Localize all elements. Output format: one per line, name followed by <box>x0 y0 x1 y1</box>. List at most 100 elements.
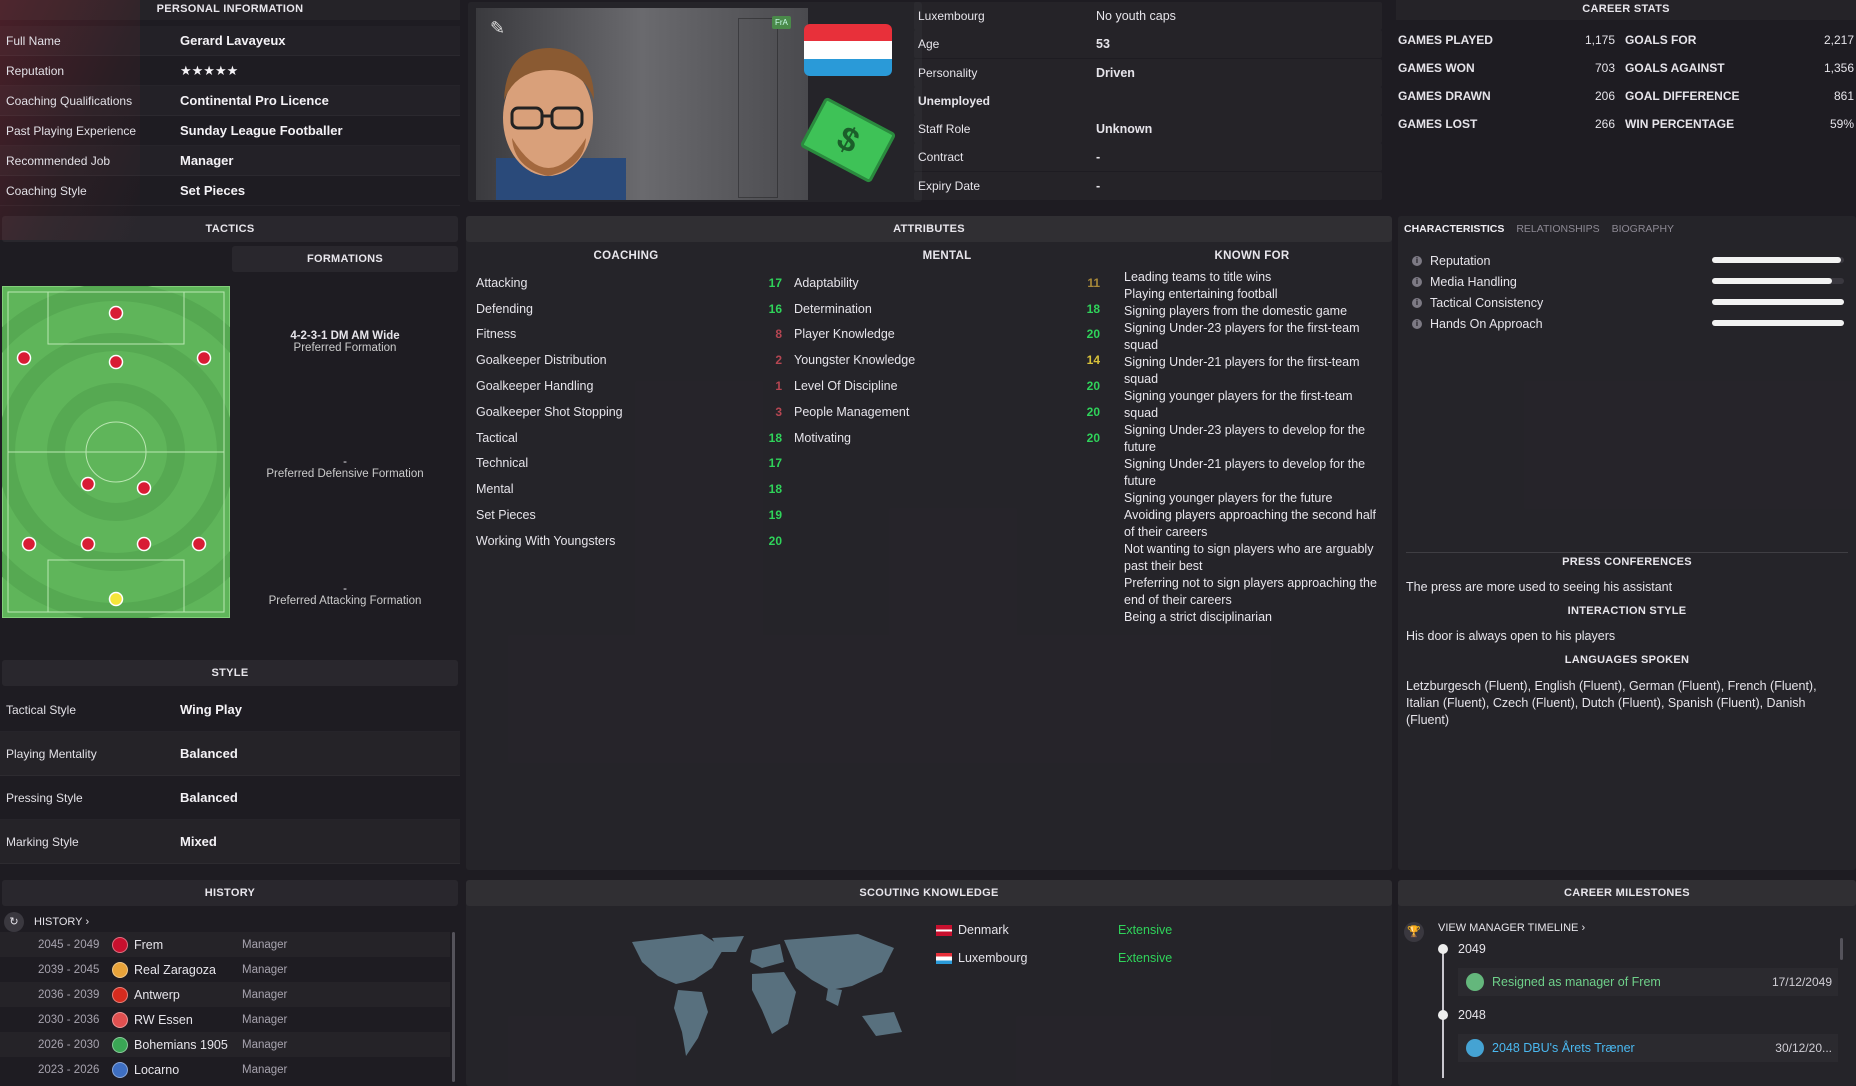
history-club[interactable]: Bohemians 1905 <box>112 1036 242 1053</box>
personal-row: Coaching Qualifications Continental Pro L… <box>0 86 460 116</box>
formations-header: FORMATIONS <box>232 246 458 272</box>
player-marker[interactable] <box>108 354 124 370</box>
history-row[interactable]: 2039 - 2045 Real Zaragoza Manager <box>0 957 450 982</box>
attribute-row[interactable]: Mental 18 <box>476 476 782 502</box>
history-years: 2026 - 2030 <box>38 1038 100 1051</box>
history-club[interactable]: RW Essen <box>112 1011 242 1028</box>
attribute-value: 11 <box>1087 275 1100 290</box>
scouting-row[interactable]: Denmark Extensive <box>936 916 1376 944</box>
attribute-name: People Management <box>794 404 910 419</box>
history-link-label[interactable]: HISTORY <box>34 916 83 928</box>
milestone-entry[interactable]: 2048 DBU's Årets Træner 30/12/20... <box>1458 1034 1838 1062</box>
pencil-icon[interactable]: ✎ <box>490 18 505 39</box>
personal-row-label: Past Playing Experience <box>6 123 137 138</box>
history-row[interactable]: 2036 - 2039 Antwerp Manager <box>0 982 450 1007</box>
attribute-row[interactable]: Adaptability 11 <box>794 270 1100 296</box>
history-row[interactable]: 2045 - 2049 Frem Manager <box>0 932 450 957</box>
player-marker[interactable] <box>108 305 124 321</box>
history-row[interactable]: 2030 - 2036 RW Essen Manager <box>0 1007 450 1032</box>
details-row-label: Expiry Date <box>918 178 981 193</box>
info-icon[interactable]: i <box>1412 276 1422 287</box>
attribute-row[interactable]: Attacking 17 <box>476 270 782 296</box>
history-row[interactable]: 2026 - 2030 Bohemians 1905 Manager <box>0 1032 450 1057</box>
player-marker[interactable] <box>16 350 32 366</box>
attribute-value: 20 <box>1086 404 1100 419</box>
milestone-text[interactable]: 2048 DBU's Årets Træner <box>1492 1041 1775 1055</box>
info-icon[interactable]: i <box>1412 255 1422 266</box>
attribute-row[interactable]: Youngster Knowledge 14 <box>794 347 1100 373</box>
manager-timeline-label[interactable]: VIEW MANAGER TIMELINE <box>1438 922 1578 934</box>
history-club-name[interactable]: RW Essen <box>134 1013 193 1027</box>
personal-row-value: Continental Pro Licence <box>180 93 329 108</box>
history-club[interactable]: Antwerp <box>112 986 242 1003</box>
personal-row-value: Manager <box>180 153 234 168</box>
attribute-row[interactable]: Working With Youngsters 20 <box>476 528 782 554</box>
tab-biography[interactable]: BIOGRAPHY <box>1612 223 1674 235</box>
scouting-row[interactable]: Luxembourg Extensive <box>936 944 1376 972</box>
history-club[interactable]: Frem <box>112 936 242 953</box>
player-marker[interactable] <box>21 536 37 552</box>
attribute-row[interactable]: Fitness 8 <box>476 322 782 348</box>
info-icon[interactable]: i <box>1412 297 1422 308</box>
attribute-row[interactable]: Defending 16 <box>476 296 782 322</box>
attribute-row[interactable]: Goalkeeper Shot Stopping 3 <box>476 399 782 425</box>
characteristics-panel: CHARACTERISTICS RELATIONSHIPS BIOGRAPHY iR… <box>1398 216 1856 870</box>
history-club-name[interactable]: Antwerp <box>134 988 180 1002</box>
money-icon: $ <box>799 96 897 184</box>
history-club-name[interactable]: Real Zaragoza <box>134 963 216 977</box>
characteristic-label: Reputation <box>1430 253 1491 268</box>
manager-timeline-link[interactable]: VIEW MANAGER TIMELINE › <box>1438 922 1585 934</box>
goalkeeper-marker[interactable] <box>108 591 124 607</box>
tab-relationships[interactable]: RELATIONSHIPS <box>1516 223 1599 235</box>
milestone-icon <box>1466 973 1484 991</box>
player-marker[interactable] <box>80 476 96 492</box>
player-marker[interactable] <box>196 350 212 366</box>
scouting-header: SCOUTING KNOWLEDGE <box>466 880 1392 906</box>
scouting-level: Extensive <box>1118 923 1173 937</box>
characteristic-row: i Media Handling <box>1412 271 1612 292</box>
details-row-value: - <box>1096 178 1101 193</box>
history-link[interactable]: ↻ HISTORY › <box>4 912 89 932</box>
tab-characteristics[interactable]: CHARACTERISTICS <box>1404 223 1504 235</box>
player-marker[interactable] <box>191 536 207 552</box>
known-for-item: Being a strict disciplinarian <box>1124 610 1272 624</box>
formation-pitch[interactable] <box>2 286 230 618</box>
attribute-value: 17 <box>768 275 782 290</box>
history-years: 2036 - 2039 <box>38 988 100 1001</box>
attribute-value: 17 <box>768 456 782 471</box>
player-marker[interactable] <box>136 536 152 552</box>
country-flag-icon <box>936 924 952 936</box>
history-club[interactable]: Locarno <box>112 1061 242 1078</box>
history-club-name[interactable]: Bohemians 1905 <box>134 1038 228 1052</box>
characteristic-bar-fill <box>1712 278 1833 284</box>
attribute-row[interactable]: People Management 20 <box>794 399 1100 425</box>
history-club[interactable]: Real Zaragoza <box>112 961 242 978</box>
profile-panel: ✎ FrA $ <box>468 2 922 202</box>
attribute-row[interactable]: Goalkeeper Handling 1 <box>476 373 782 399</box>
attribute-row[interactable]: Tactical 18 <box>476 425 782 451</box>
reputation-stars: ★★★★★ <box>180 62 239 78</box>
milestones-scrollbar[interactable] <box>1840 938 1843 960</box>
personal-info-header: PERSONAL INFORMATION <box>0 0 460 20</box>
player-marker[interactable] <box>80 536 96 552</box>
attribute-row[interactable]: Motivating 20 <box>794 425 1100 451</box>
history-row[interactable]: 2023 - 2026 Locarno Manager <box>0 1057 450 1082</box>
known-for-item: Signing Under-23 players to develop for … <box>1124 423 1366 454</box>
attribute-row[interactable]: Goalkeeper Distribution 2 <box>476 347 782 373</box>
attribute-row[interactable]: Technical 17 <box>476 451 782 477</box>
attribute-row[interactable]: Set Pieces 19 <box>476 502 782 528</box>
history-scrollbar[interactable] <box>452 932 455 1082</box>
info-icon[interactable]: i <box>1412 318 1422 329</box>
milestone-text[interactable]: Resigned as manager of Frem <box>1492 975 1772 989</box>
attribute-row[interactable]: Level Of Discipline 20 <box>794 373 1100 399</box>
style-row: Pressing Style Balanced <box>0 776 460 820</box>
history-club-name[interactable]: Locarno <box>134 1063 179 1077</box>
player-marker[interactable] <box>136 480 152 496</box>
refresh-icon[interactable]: ↻ <box>4 912 24 932</box>
attribute-row[interactable]: Determination 18 <box>794 296 1100 322</box>
milestone-entry[interactable]: Resigned as manager of Frem 17/12/2049 <box>1458 968 1838 996</box>
attribute-row[interactable]: Player Knowledge 20 <box>794 322 1100 348</box>
attribute-name: Youngster Knowledge <box>794 353 916 368</box>
attribute-name: Goalkeeper Distribution <box>476 353 607 368</box>
history-club-name[interactable]: Frem <box>134 938 163 952</box>
